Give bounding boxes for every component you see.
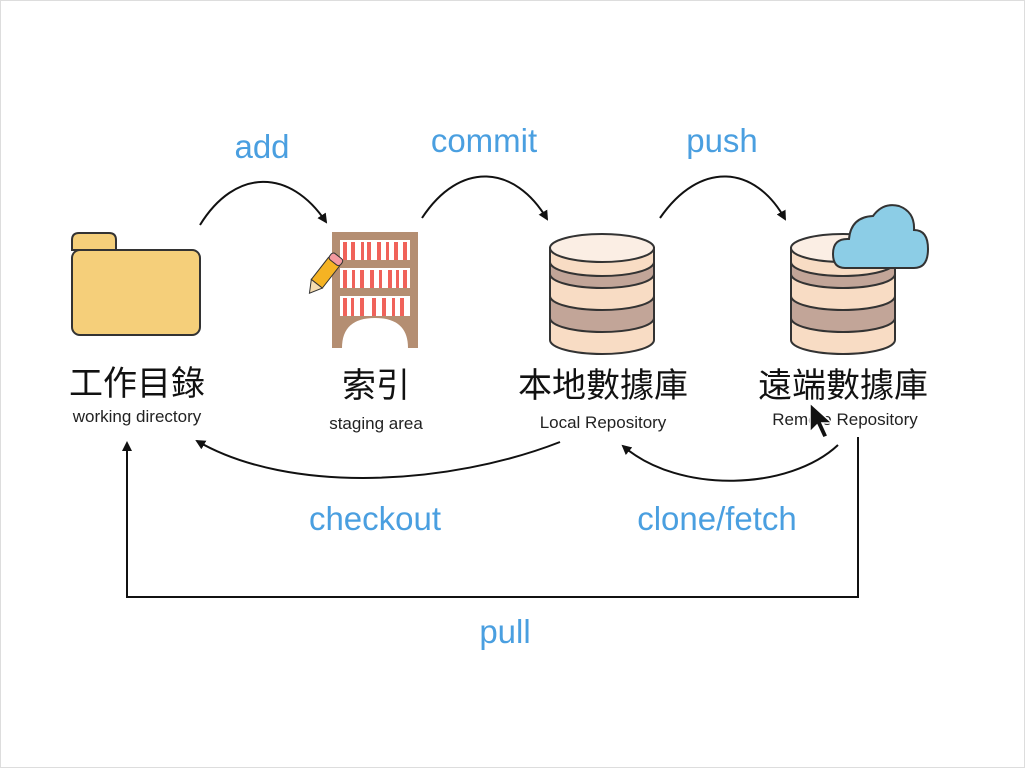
node-subtitle: Local Repository	[540, 413, 667, 432]
database-icon	[549, 233, 655, 355]
node-subtitle: staging area	[329, 414, 423, 433]
node-title: 遠端數據庫	[758, 366, 928, 406]
folder-icon	[71, 232, 201, 336]
git-workflow-diagram: 工作目錄 working directory 索引 staging area 本…	[0, 0, 1025, 768]
bookshelf-icon	[308, 232, 418, 348]
add-label: add	[234, 128, 289, 165]
mouse-cursor-icon	[809, 401, 834, 439]
commit-arrow	[421, 175, 549, 221]
pull-label: pull	[479, 613, 530, 650]
push-label: push	[686, 122, 758, 159]
node-title: 本地數據庫	[518, 366, 688, 406]
node-title: 工作目錄	[69, 364, 205, 404]
node-subtitle: working directory	[72, 407, 202, 426]
database-layer-top	[549, 233, 655, 263]
clone-fetch-label: clone/fetch	[637, 500, 797, 537]
push-arrow	[659, 175, 786, 221]
commit-label: commit	[431, 122, 537, 159]
clone-fetch-arrow	[621, 444, 839, 482]
node-title: 索引	[342, 366, 410, 406]
checkout-label: checkout	[309, 500, 441, 537]
node-subtitle: Remote Repository	[772, 410, 918, 429]
checkout-arrow	[195, 439, 561, 479]
add-arrow	[199, 180, 328, 226]
